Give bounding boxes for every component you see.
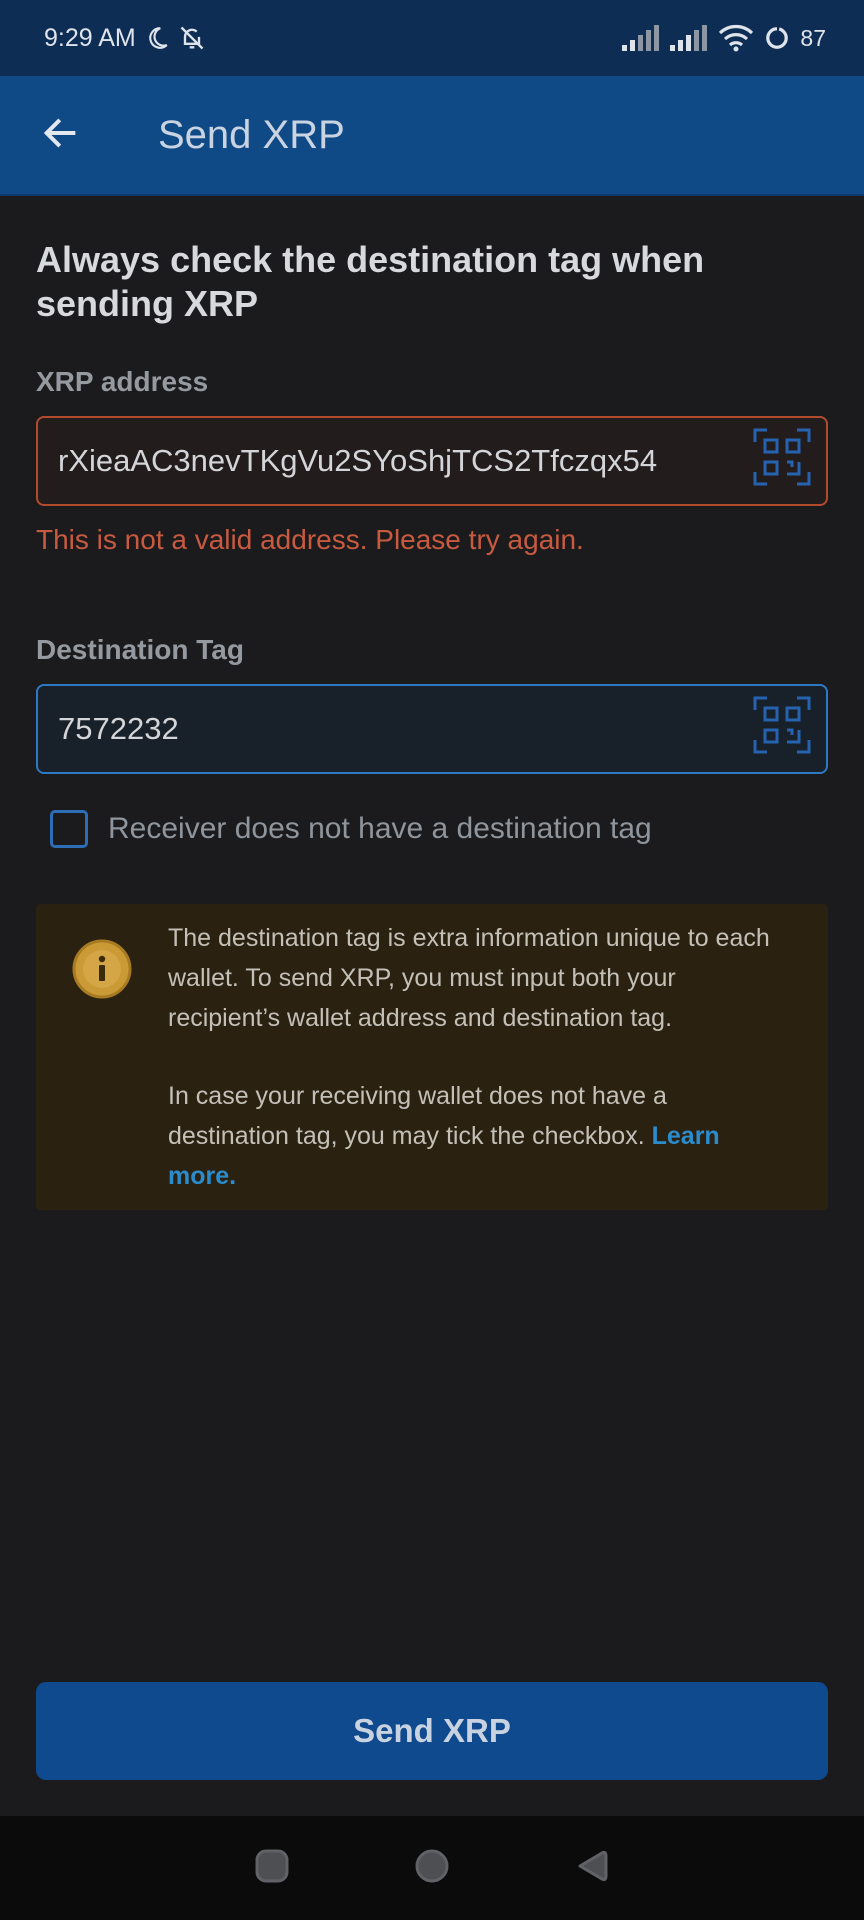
address-value: rXieaAC3nevTKgVu2SYoShjTCS2Tfczqx54 [58, 443, 658, 478]
no-tag-checkbox-label[interactable]: Receiver does not have a destination tag [108, 812, 652, 846]
info-icon [71, 938, 133, 1196]
back-triangle-icon [574, 1848, 610, 1889]
back-button[interactable] [0, 75, 124, 195]
system-nav-bar [0, 1816, 864, 1920]
info-text: The destination tag is extra information… [168, 918, 788, 1196]
app-bar: Send XRP [0, 76, 864, 196]
page-title: Send XRP [158, 112, 345, 157]
address-error: This is not a valid address. Please try … [36, 524, 584, 555]
send-form: Always check the destination tag when se… [36, 196, 828, 1210]
back-nav-button[interactable] [568, 1844, 616, 1892]
signal-icon [622, 25, 660, 51]
status-bar: 9:29 AM 87 [0, 0, 864, 76]
qr-scan-icon [753, 696, 811, 762]
qr-scan-icon [753, 428, 811, 494]
info-icon-wrap [36, 918, 168, 1196]
battery-level: 87 [800, 24, 826, 51]
send-xrp-screen: 9:29 AM 87 Send XRP Always check the des… [0, 0, 864, 1920]
battery-icon [764, 25, 790, 51]
arrow-left-icon [40, 113, 80, 158]
status-right: 87 [622, 24, 826, 52]
info-paragraph-2: In case your receiving wallet does not h… [168, 1076, 788, 1196]
no-tag-checkbox[interactable] [50, 810, 88, 848]
recent-apps-button[interactable] [248, 1844, 296, 1892]
info-paragraph-1: The destination tag is extra information… [168, 924, 770, 1032]
bell-off-icon [178, 24, 206, 52]
moon-icon [144, 25, 170, 51]
headline: Always check the destination tag when se… [36, 239, 705, 324]
send-xrp-button[interactable]: Send XRP [36, 1682, 828, 1780]
address-input[interactable]: rXieaAC3nevTKgVu2SYoShjTCS2Tfczqx54 [36, 416, 828, 506]
recent-apps-icon [254, 1848, 290, 1889]
home-icon [414, 1848, 450, 1889]
status-time: 9:29 AM [44, 23, 136, 52]
info-panel: The destination tag is extra information… [36, 904, 828, 1210]
info-paragraph-2-text: In case your receiving wallet does not h… [168, 1082, 667, 1150]
signal-icon [670, 25, 708, 51]
destination-tag-input[interactable]: 7572232 [36, 684, 828, 774]
tag-scan-button[interactable] [752, 696, 812, 762]
wifi-icon [718, 24, 754, 52]
tag-value: 7572232 [58, 711, 179, 746]
tag-label: Destination Tag [36, 634, 244, 665]
address-scan-button[interactable] [752, 428, 812, 494]
home-button[interactable] [408, 1844, 456, 1892]
status-left: 9:29 AM [44, 24, 206, 53]
no-tag-checkbox-row[interactable]: Receiver does not have a destination tag [36, 810, 828, 848]
address-label: XRP address [36, 366, 209, 397]
